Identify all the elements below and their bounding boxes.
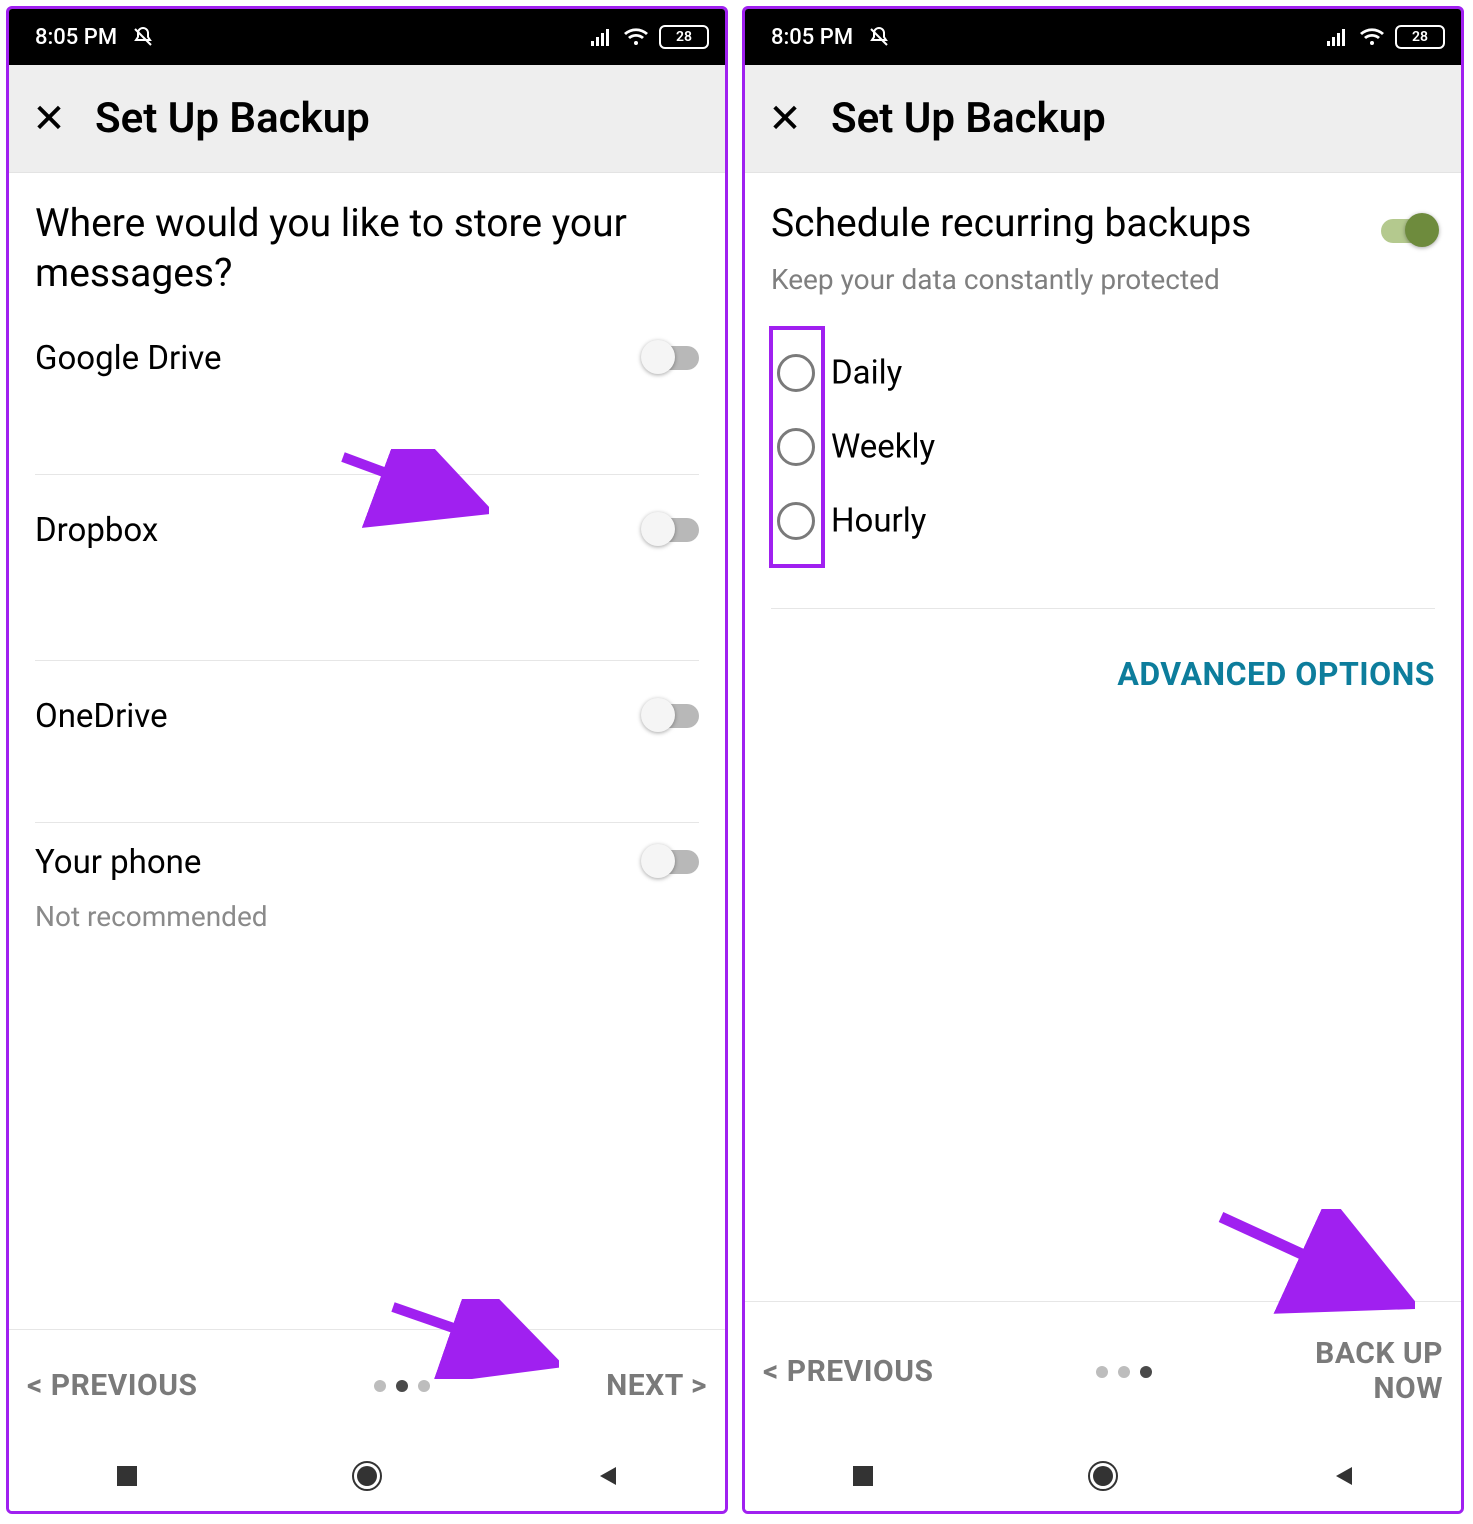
next-button[interactable]: NEXT >: [606, 1368, 707, 1403]
wizard-footer: < PREVIOUS BACK UPNOW: [745, 1301, 1461, 1441]
option-onedrive[interactable]: OneDrive: [35, 661, 699, 823]
freq-weekly-row[interactable]: Weekly: [773, 410, 819, 484]
previous-button[interactable]: < PREVIOUS: [27, 1368, 197, 1403]
phone-right: 8:05 PM 28 ✕ Set Up Backup Schedule recu…: [742, 6, 1464, 1514]
radio-hourly[interactable]: [777, 502, 815, 540]
recents-icon[interactable]: [850, 1463, 876, 1489]
radio-label: Daily: [831, 353, 902, 392]
app-bar-title: Set Up Backup: [831, 94, 1106, 143]
dnd-icon: [867, 25, 891, 49]
option-label: OneDrive: [35, 697, 168, 736]
advanced-options-link[interactable]: ADVANCED OPTIONS: [1117, 655, 1435, 693]
freq-hourly-row[interactable]: Hourly: [773, 484, 819, 558]
battery-icon: 28: [1395, 25, 1445, 49]
home-icon[interactable]: [350, 1459, 384, 1493]
dnd-icon: [131, 25, 155, 49]
wifi-icon: [1359, 27, 1385, 47]
option-your-phone[interactable]: Your phone Not recommended: [35, 823, 699, 973]
previous-button[interactable]: < PREVIOUS: [763, 1354, 933, 1389]
close-icon[interactable]: ✕: [765, 95, 805, 142]
page-dots: [374, 1380, 430, 1392]
toggle-schedule[interactable]: [1381, 219, 1435, 243]
option-label: Google Drive: [35, 339, 222, 378]
radio-daily[interactable]: [777, 354, 815, 392]
status-bar: 8:05 PM 28: [9, 9, 725, 65]
page-heading: Where would you like to store your messa…: [35, 199, 699, 299]
phone-left: 8:05 PM 28 ✕ Set Up Backup Where would y…: [6, 6, 728, 1514]
toggle-onedrive[interactable]: [645, 704, 699, 728]
home-icon[interactable]: [1086, 1459, 1120, 1493]
option-label: Your phone: [35, 843, 201, 882]
close-icon[interactable]: ✕: [29, 95, 69, 142]
app-bar-title: Set Up Backup: [95, 94, 370, 143]
backup-now-button[interactable]: BACK UPNOW: [1315, 1337, 1443, 1406]
page-dots: [1096, 1366, 1152, 1378]
option-google-drive[interactable]: Google Drive: [35, 339, 699, 475]
wifi-icon: [623, 27, 649, 47]
signal-icon: [591, 28, 613, 46]
option-dropbox[interactable]: Dropbox: [35, 475, 699, 661]
wizard-footer: < PREVIOUS NEXT >: [9, 1329, 725, 1441]
freq-daily-row[interactable]: Daily: [773, 336, 819, 410]
android-nav-bar: [9, 1441, 725, 1511]
toggle-your-phone[interactable]: [645, 850, 699, 874]
option-label: Dropbox: [35, 511, 158, 550]
schedule-heading: Schedule recurring backups: [771, 199, 1361, 249]
content-storage: Where would you like to store your messa…: [9, 173, 725, 1329]
radio-label: Hourly: [831, 501, 926, 540]
status-time: 8:05 PM: [35, 25, 117, 50]
signal-icon: [1327, 28, 1349, 46]
app-bar: ✕ Set Up Backup: [9, 65, 725, 173]
toggle-dropbox[interactable]: [645, 518, 699, 542]
schedule-subtitle: Keep your data constantly protected: [771, 263, 1435, 296]
radio-weekly[interactable]: [777, 428, 815, 466]
toggle-google-drive[interactable]: [645, 346, 699, 370]
option-subtitle: Not recommended: [35, 900, 699, 933]
content-schedule: Schedule recurring backups Keep your dat…: [745, 173, 1461, 1301]
battery-icon: 28: [659, 25, 709, 49]
app-bar: ✕ Set Up Backup: [745, 65, 1461, 173]
radio-label: Weekly: [831, 427, 935, 466]
frequency-group-highlight: Daily Weekly Hourly: [769, 326, 825, 568]
back-icon[interactable]: [1330, 1463, 1356, 1489]
status-bar: 8:05 PM 28: [745, 9, 1461, 65]
recents-icon[interactable]: [114, 1463, 140, 1489]
status-time: 8:05 PM: [771, 25, 853, 50]
android-nav-bar: [745, 1441, 1461, 1511]
back-icon[interactable]: [594, 1463, 620, 1489]
